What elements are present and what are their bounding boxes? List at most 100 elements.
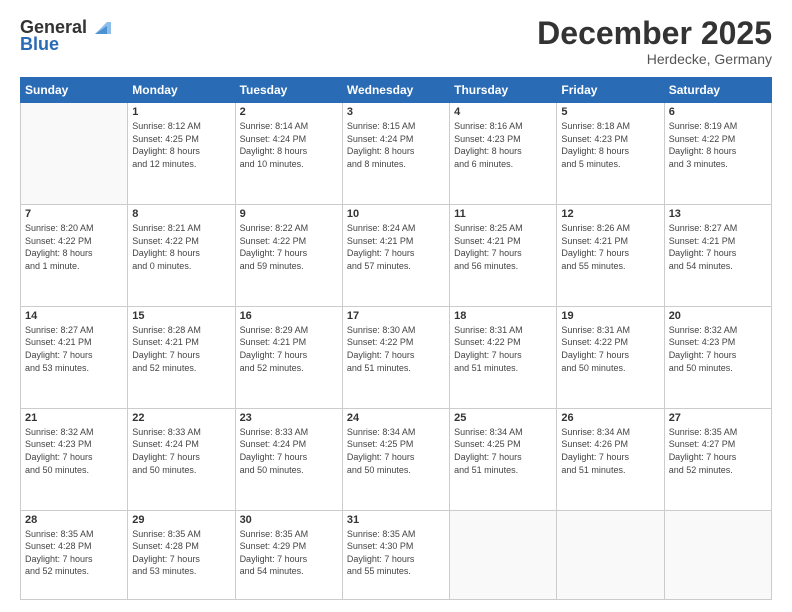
day-number: 31 [347,514,445,526]
col-tuesday: Tuesday [235,78,342,103]
table-row: 8 Sunrise: 8:21 AMSunset: 4:22 PMDaylight… [128,205,235,307]
day-info: Sunrise: 8:35 AMSunset: 4:29 PMDaylight:… [240,528,338,578]
day-number: 21 [25,412,123,424]
day-info: Sunrise: 8:30 AMSunset: 4:22 PMDaylight:… [347,324,445,374]
table-row [21,103,128,205]
day-number: 8 [132,208,230,220]
day-number: 5 [561,106,659,118]
month-title: December 2025 [537,16,772,51]
table-row: 11 Sunrise: 8:25 AMSunset: 4:21 PMDayligh… [450,205,557,307]
day-number: 28 [25,514,123,526]
calendar-week-row: 1 Sunrise: 8:12 AMSunset: 4:25 PMDaylight… [21,103,772,205]
day-number: 14 [25,310,123,322]
table-row: 17 Sunrise: 8:30 AMSunset: 4:22 PMDayligh… [342,306,449,408]
header: General Blue December 2025 Herdecke, Ger… [20,16,772,67]
logo-icon [89,16,111,38]
day-info: Sunrise: 8:34 AMSunset: 4:26 PMDaylight:… [561,426,659,476]
day-number: 27 [669,412,767,424]
day-info: Sunrise: 8:14 AMSunset: 4:24 PMDaylight:… [240,120,338,170]
logo: General Blue [20,16,111,55]
col-wednesday: Wednesday [342,78,449,103]
table-row: 24 Sunrise: 8:34 AMSunset: 4:25 PMDayligh… [342,408,449,510]
table-row: 3Sunrise: 8:15 AMSunset: 4:24 PMDaylight… [342,103,449,205]
title-block: December 2025 Herdecke, Germany [537,16,772,67]
day-info: Sunrise: 8:27 AMSunset: 4:21 PMDaylight:… [25,324,123,374]
day-number: 26 [561,412,659,424]
table-row: 2Sunrise: 8:14 AMSunset: 4:24 PMDaylight… [235,103,342,205]
day-info: Sunrise: 8:22 AMSunset: 4:22 PMDaylight:… [240,222,338,272]
day-number: 11 [454,208,552,220]
day-number: 18 [454,310,552,322]
table-row: 18 Sunrise: 8:31 AMSunset: 4:22 PMDayligh… [450,306,557,408]
day-info: Sunrise: 8:35 AMSunset: 4:27 PMDaylight:… [669,426,767,476]
table-row: 1 Sunrise: 8:12 AMSunset: 4:25 PMDaylight… [128,103,235,205]
day-info: Sunrise: 8:20 AMSunset: 4:22 PMDaylight:… [25,222,123,272]
table-row: 7 Sunrise: 8:20 AMSunset: 4:22 PMDaylight… [21,205,128,307]
day-number: 20 [669,310,767,322]
day-info: Sunrise: 8:16 AMSunset: 4:23 PMDaylight:… [454,120,552,170]
calendar-week-row: 7 Sunrise: 8:20 AMSunset: 4:22 PMDaylight… [21,205,772,307]
col-friday: Friday [557,78,664,103]
day-info: Sunrise: 8:26 AMSunset: 4:21 PMDaylight:… [561,222,659,272]
col-monday: Monday [128,78,235,103]
day-number: 25 [454,412,552,424]
day-info: Sunrise: 8:18 AMSunset: 4:23 PMDaylight:… [561,120,659,170]
table-row: 9 Sunrise: 8:22 AMSunset: 4:22 PMDaylight… [235,205,342,307]
table-row: 19Sunrise: 8:31 AMSunset: 4:22 PMDayligh… [557,306,664,408]
table-row: 5 Sunrise: 8:18 AMSunset: 4:23 PMDaylight… [557,103,664,205]
day-number: 22 [132,412,230,424]
day-number: 1 [132,106,230,118]
table-row [450,510,557,599]
day-info: Sunrise: 8:15 AMSunset: 4:24 PMDaylight:… [347,120,445,170]
day-info: Sunrise: 8:35 AMSunset: 4:28 PMDaylight:… [132,528,230,578]
day-info: Sunrise: 8:32 AMSunset: 4:23 PMDaylight:… [669,324,767,374]
location: Herdecke, Germany [537,51,772,67]
day-number: 30 [240,514,338,526]
day-number: 23 [240,412,338,424]
day-info: Sunrise: 8:33 AMSunset: 4:24 PMDaylight:… [132,426,230,476]
table-row: 27 Sunrise: 8:35 AMSunset: 4:27 PMDayligh… [664,408,771,510]
calendar-week-row: 28 Sunrise: 8:35 AMSunset: 4:28 PMDayligh… [21,510,772,599]
day-info: Sunrise: 8:31 AMSunset: 4:22 PMDaylight:… [454,324,552,374]
table-row: 28Sunrise: 8:35 AMSunset: 4:28 PMDayligh… [21,510,128,599]
day-info: Sunrise: 8:32 AMSunset: 4:23 PMDaylight:… [25,426,123,476]
day-info: Sunrise: 8:29 AMSunset: 4:21 PMDaylight:… [240,324,338,374]
table-row: 15Sunrise: 8:28 AMSunset: 4:21 PMDayligh… [128,306,235,408]
calendar-table: Sunday Monday Tuesday Wednesday Thursday… [20,77,772,600]
table-row: 16 Sunrise: 8:29 AMSunset: 4:21 PMDayligh… [235,306,342,408]
table-row: 6 Sunrise: 8:19 AMSunset: 4:22 PMDaylight… [664,103,771,205]
calendar-week-row: 21 Sunrise: 8:32 AMSunset: 4:23 PMDayligh… [21,408,772,510]
logo-blue-text: Blue [20,34,59,55]
table-row: 26 Sunrise: 8:34 AMSunset: 4:26 PMDayligh… [557,408,664,510]
day-info: Sunrise: 8:25 AMSunset: 4:21 PMDaylight:… [454,222,552,272]
day-info: Sunrise: 8:34 AMSunset: 4:25 PMDaylight:… [347,426,445,476]
day-number: 24 [347,412,445,424]
day-info: Sunrise: 8:21 AMSunset: 4:22 PMDaylight:… [132,222,230,272]
day-info: Sunrise: 8:33 AMSunset: 4:24 PMDaylight:… [240,426,338,476]
day-number: 6 [669,106,767,118]
table-row: 20 Sunrise: 8:32 AMSunset: 4:23 PMDayligh… [664,306,771,408]
day-number: 17 [347,310,445,322]
table-row: 21 Sunrise: 8:32 AMSunset: 4:23 PMDayligh… [21,408,128,510]
table-row: 23 Sunrise: 8:33 AMSunset: 4:24 PMDayligh… [235,408,342,510]
day-number: 16 [240,310,338,322]
col-thursday: Thursday [450,78,557,103]
table-row: 14 Sunrise: 8:27 AMSunset: 4:21 PMDayligh… [21,306,128,408]
table-row: 30 Sunrise: 8:35 AMSunset: 4:29 PMDayligh… [235,510,342,599]
day-number: 29 [132,514,230,526]
day-info: Sunrise: 8:24 AMSunset: 4:21 PMDaylight:… [347,222,445,272]
day-number: 19 [561,310,659,322]
table-row: 31 Sunrise: 8:35 AMSunset: 4:30 PMDayligh… [342,510,449,599]
table-row: 29 Sunrise: 8:35 AMSunset: 4:28 PMDayligh… [128,510,235,599]
table-row: 22 Sunrise: 8:33 AMSunset: 4:24 PMDayligh… [128,408,235,510]
table-row: 4Sunrise: 8:16 AMSunset: 4:23 PMDaylight… [450,103,557,205]
calendar-week-row: 14 Sunrise: 8:27 AMSunset: 4:21 PMDayligh… [21,306,772,408]
day-info: Sunrise: 8:35 AMSunset: 4:30 PMDaylight:… [347,528,445,578]
day-number: 15 [132,310,230,322]
day-info: Sunrise: 8:19 AMSunset: 4:22 PMDaylight:… [669,120,767,170]
day-number: 9 [240,208,338,220]
day-number: 7 [25,208,123,220]
day-info: Sunrise: 8:12 AMSunset: 4:25 PMDaylight:… [132,120,230,170]
calendar-header-row: Sunday Monday Tuesday Wednesday Thursday… [21,78,772,103]
day-info: Sunrise: 8:27 AMSunset: 4:21 PMDaylight:… [669,222,767,272]
